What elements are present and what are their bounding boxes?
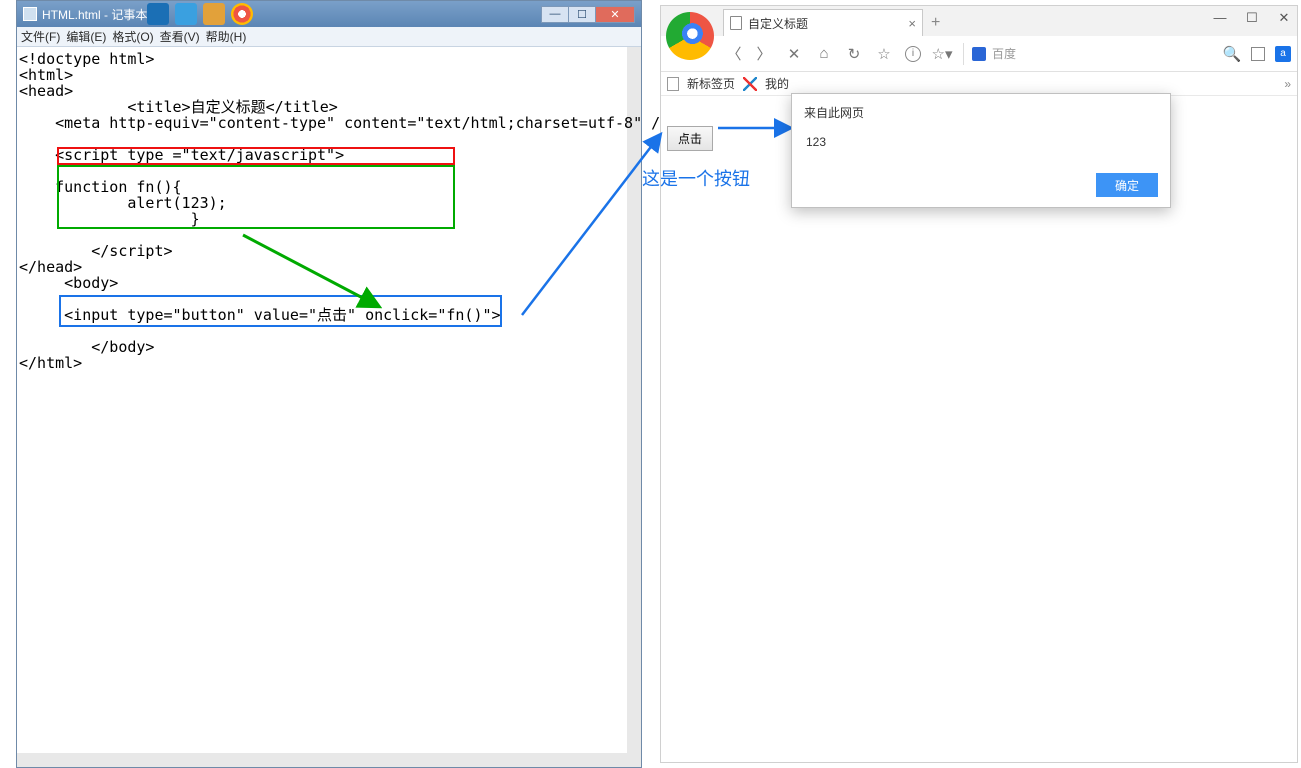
alert-dialog: 来自此网页 123 确定 (791, 93, 1171, 208)
close-button[interactable]: ✕ (1275, 10, 1293, 26)
bookmark-mine[interactable]: 我的 (765, 75, 789, 92)
menu-format[interactable]: 格式(O) (112, 28, 153, 45)
browser-logo-icon[interactable] (666, 12, 714, 60)
notepad-menu: 文件(F) 编辑(E) 格式(O) 查看(V) 帮助(H) (17, 27, 641, 47)
extension-icon[interactable] (1251, 47, 1265, 61)
highlight-input (59, 295, 502, 327)
baidu-icon (972, 47, 986, 61)
minimize-button[interactable]: — (541, 6, 569, 23)
address-bar[interactable]: 百度 (963, 43, 1123, 65)
annotation-button-label: 这是一个按钮 (642, 165, 750, 191)
minimize-button[interactable]: — (1211, 10, 1229, 26)
browser-tabbar: 自定义标题 × + — ☐ ✕ (661, 6, 1297, 36)
favorite-icon[interactable]: ☆▾ (933, 45, 951, 63)
alert-message: 123 (806, 135, 1158, 149)
maximize-button[interactable]: ☐ (568, 6, 596, 23)
close-button[interactable]: ✕ (595, 6, 635, 23)
alert-ok-button[interactable]: 确定 (1096, 173, 1158, 197)
new-tab-button[interactable]: + (931, 14, 940, 32)
notepad-window: HTML.html - 记事本 — ☐ ✕ 文件(F) 编辑(E) 格式(O) … (16, 0, 642, 768)
tab-close-icon[interactable]: × (908, 16, 916, 31)
alert-title: 来自此网页 (804, 104, 1158, 121)
tab-title: 自定义标题 (748, 15, 808, 32)
browser-page: 点击 来自此网页 123 确定 你点击按钮会弹出这个页面 这个页面的内容就是 a… (661, 96, 1297, 756)
browser-window-controls: — ☐ ✕ (1211, 10, 1293, 26)
document-icon (730, 16, 742, 30)
bookmark-newtab[interactable]: 新标签页 (687, 75, 735, 92)
forward-icon[interactable]: 〉 (755, 45, 773, 63)
highlight-function (57, 165, 455, 229)
menu-file[interactable]: 文件(F) (21, 28, 60, 45)
notepad-title: HTML.html - 记事本 (42, 6, 542, 23)
stop-icon[interactable]: ✕ (785, 45, 803, 63)
menu-view[interactable]: 查看(V) (160, 28, 200, 45)
highlight-script-open (57, 147, 455, 165)
window-controls: — ☐ ✕ (542, 6, 635, 23)
maximize-button[interactable]: ☐ (1243, 10, 1261, 26)
bookmark-x-icon (743, 77, 757, 91)
search-icon[interactable]: 🔍 (1223, 45, 1241, 63)
back-icon[interactable]: 〈 (725, 45, 743, 63)
info-icon[interactable]: i (905, 46, 921, 62)
notepad-titlebar[interactable]: HTML.html - 记事本 — ☐ ✕ (17, 1, 641, 27)
translate-icon[interactable]: a (1275, 46, 1291, 62)
menu-help[interactable]: 帮助(H) (206, 28, 247, 45)
browser-tab[interactable]: 自定义标题 × (723, 9, 923, 36)
page-click-button[interactable]: 点击 (667, 126, 713, 151)
browser-toolbar: 〈 〉 ✕ ⌂ ↻ ☆ i ☆▾ 百度 🔍 a (661, 36, 1297, 72)
bookmark-icon (667, 77, 679, 91)
taskbar-icons (147, 3, 253, 25)
reload-icon[interactable]: ↻ (845, 45, 863, 63)
home-icon[interactable]: ⌂ (815, 45, 833, 63)
star-icon[interactable]: ☆ (875, 45, 893, 63)
address-placeholder: 百度 (992, 45, 1016, 62)
menu-edit[interactable]: 编辑(E) (66, 28, 106, 45)
bookmarks-more-icon[interactable]: » (1284, 77, 1291, 91)
browser-window: 自定义标题 × + — ☐ ✕ 〈 〉 ✕ ⌂ ↻ ☆ i ☆▾ 百度 🔍 a … (660, 5, 1298, 763)
notepad-content[interactable]: <!doctype html> <html> <head> <title>自定义… (17, 47, 641, 767)
notepad-icon (23, 7, 37, 21)
